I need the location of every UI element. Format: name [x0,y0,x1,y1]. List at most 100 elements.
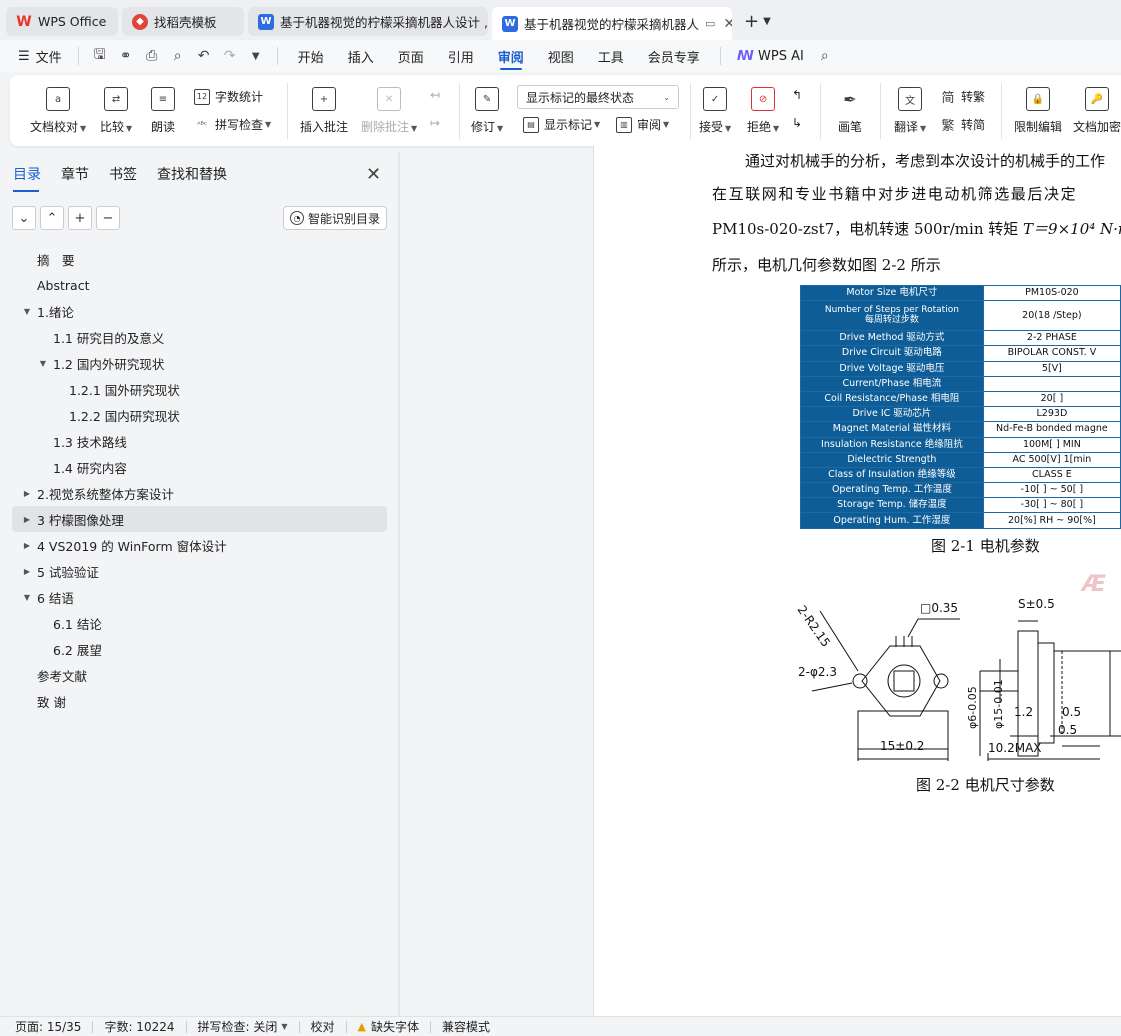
toc-item-label: 1.2.2 国内研究现状 [69,408,180,424]
toc-item[interactable]: 6.1 结论 [12,610,387,636]
remove-heading-icon[interactable]: − [96,206,120,230]
smart-toc-button[interactable]: ◔ 智能识别目录 [283,206,387,230]
undo-icon[interactable]: ↶ [191,43,217,69]
expand-toggle-icon[interactable]: ▶ [20,489,34,498]
file-menu[interactable]: ☰ 文件 [14,40,70,72]
word-count-button[interactable]: 12 字数统计 [194,88,263,105]
page-indicator[interactable]: 页面: 15/35 [15,1018,81,1035]
translate-button[interactable]: 文 翻译 ▼ [894,87,926,135]
accept-button[interactable]: ✓ 接受 ▼ [699,87,731,135]
close-icon[interactable]: ✕ [723,16,732,32]
menu-view[interactable]: 视图 [536,40,586,72]
toc-list: 摘 要 Abstract ▼ 1.绪论 1.1 研究目的及意义 ▼ 1.2 国内外研究现状 1… [12,246,387,714]
menu-member[interactable]: 会员专享 [636,40,712,72]
print-preview-icon[interactable]: ⌕ [165,43,191,69]
table-row: Drive Voltage 驱动电压 5[V] [800,360,1121,377]
toc-item[interactable]: ▶ 4 VS2019 的 WinForm 窗体设计 [12,532,387,558]
paragraph-line: PM10s-020-zst7，电机转速 500r/min 转矩 T＝9×10⁴ … [712,218,1121,239]
toc-item[interactable]: Abstract [12,272,387,298]
toc-item-label: 6 结语 [37,590,74,606]
toc-item[interactable]: 1.2.2 国内研究现状 [12,402,387,428]
collapse-up-icon[interactable]: ⌃ [40,206,64,230]
toc-item[interactable]: ▶ 3 柠檬图像处理 [12,506,387,532]
dimension-label: 2-R2.15 [794,603,833,650]
new-tab-button[interactable]: + ▼ [736,7,779,36]
more-chevron-icon[interactable]: ▼ [243,43,269,69]
nav-tab-bookmarks[interactable]: 书签 [109,164,137,192]
table-row: Current/Phase 相电流 [800,375,1121,392]
toc-item-label: 6.1 结论 [53,616,102,632]
expand-toggle-icon[interactable]: ▶ [20,567,34,576]
toc-item[interactable]: ▶ 2.视觉系统整体方案设计 [12,480,387,506]
toc-item[interactable]: 致 谢 [12,688,387,714]
pen-button[interactable]: ✒ 画笔 [838,87,862,135]
toc-item[interactable]: ▶ 5 试验验证 [12,558,387,584]
add-heading-icon[interactable]: + [68,206,92,230]
nav-tab-toc[interactable]: 目录 [13,164,41,192]
toc-item[interactable]: 摘 要 [12,246,387,272]
missing-font-status[interactable]: ▲ 缺失字体 [358,1018,419,1035]
search-icon[interactable]: ⌕ [812,43,838,69]
toc-item[interactable]: 参考文献 [12,662,387,688]
review-pane-icon: ▥ [616,116,632,133]
expand-down-icon[interactable]: ⌄ [12,206,36,230]
tab-document-1[interactable]: W 基于机器视觉的柠檬采摘机器人设计 , [248,7,488,36]
restrict-edit-button[interactable]: 🔒 限制编辑 [1014,87,1062,135]
word-count-status[interactable]: 字数: 10224 [104,1018,174,1035]
insert-comment-button[interactable]: + 插入批注 [300,87,348,135]
menu-page[interactable]: 页面 [386,40,436,72]
table-row: Magnet Material 磁性材料 Nd-Fe-B bonded magne [800,421,1121,438]
divider [345,1020,347,1033]
spell-check-button[interactable]: ᴬᴮᶜ 拼写检查 ▼ [194,116,271,133]
tab-template[interactable]: ◆ 找稻壳模板 [122,7,244,36]
review-pane-button[interactable]: ▥ 审阅 ▼ [616,116,669,133]
save-icon[interactable]: 🖫 [87,43,113,69]
document-page[interactable]: 通过对机械手的分析，考虑到本次设计的机械手的工作 在互联网和专业书籍中对步进电动… [593,146,1121,1016]
menu-start[interactable]: 开始 [286,40,336,72]
expand-toggle-icon[interactable]: ▶ [20,515,34,524]
print-icon[interactable]: ⎙ [139,43,165,69]
compare-button[interactable]: ⇄ 比较 ▼ [100,87,132,135]
toc-item[interactable]: 1.2.1 国外研究现状 [12,376,387,402]
expand-toggle-icon[interactable]: ▼ [36,359,50,368]
toc-item[interactable]: 1.1 研究目的及意义 [12,324,387,350]
to-traditional-button[interactable]: 简 转繁 [940,88,985,106]
read-aloud-button[interactable]: ≡ 朗读 [151,87,175,135]
expand-toggle-icon[interactable]: ▼ [20,307,34,316]
menu-tools[interactable]: 工具 [586,40,636,72]
nav-tab-sections[interactable]: 章节 [61,164,89,192]
delete-comment-button[interactable]: ✕ 删除批注 ▼ [361,87,417,135]
tab-document-active[interactable]: W 基于机器视觉的柠檬采摘机器人 ▭ ✕ [492,7,732,40]
to-simplified-button[interactable]: 繁 转简 [940,116,985,134]
markup-state-select[interactable]: 显示标记的最终状态 ⌄ [517,85,679,109]
wps-ai-button[interactable]: ꟿ WPS AI [729,49,812,64]
toc-item[interactable]: 1.3 技术路线 [12,428,387,454]
doc-encrypt-button[interactable]: 🔑 文档加密 [1073,87,1121,135]
reject-button[interactable]: ⊘ 拒绝 ▼ [747,87,779,135]
toc-item[interactable]: ▼ 1.绪论 [12,298,387,324]
menu-reference[interactable]: 引用 [436,40,486,72]
toc-item[interactable]: 1.4 研究内容 [12,454,387,480]
menu-insert[interactable]: 插入 [336,40,386,72]
spell-check-status[interactable]: 拼写检查: 关闭 ▼ [198,1018,288,1035]
tab-wps-office[interactable]: W WPS Office [6,7,118,36]
menu-review[interactable]: 审阅 [486,40,536,72]
redo-icon[interactable]: ↷ [217,43,243,69]
screen-icon[interactable]: ▭ [705,17,715,30]
doc-proof-button[interactable]: a 文档校对 ▼ [30,87,86,135]
show-markup-button[interactable]: ▤ 显示标记 ▼ [523,116,600,133]
expand-toggle-icon[interactable]: ▶ [20,541,34,550]
revise-button[interactable]: ✎ 修订 ▼ [471,87,503,135]
next-change-icon[interactable]: ↳ [792,116,802,130]
toc-item[interactable]: 6.2 展望 [12,636,387,662]
toc-item[interactable]: ▼ 1.2 国内外研究现状 [12,350,387,376]
next-comment-icon[interactable]: ↦ [430,116,440,130]
close-pane-icon[interactable]: ✕ [366,164,381,185]
expand-toggle-icon[interactable]: ▼ [20,593,34,602]
nav-tab-find-replace[interactable]: 查找和替换 [157,164,227,192]
proof-status[interactable]: 校对 [311,1018,335,1035]
prev-comment-icon[interactable]: ↤ [430,88,440,102]
prev-change-icon[interactable]: ↰ [792,88,802,102]
share-icon[interactable]: ⚭ [113,43,139,69]
toc-item[interactable]: ▼ 6 结语 [12,584,387,610]
